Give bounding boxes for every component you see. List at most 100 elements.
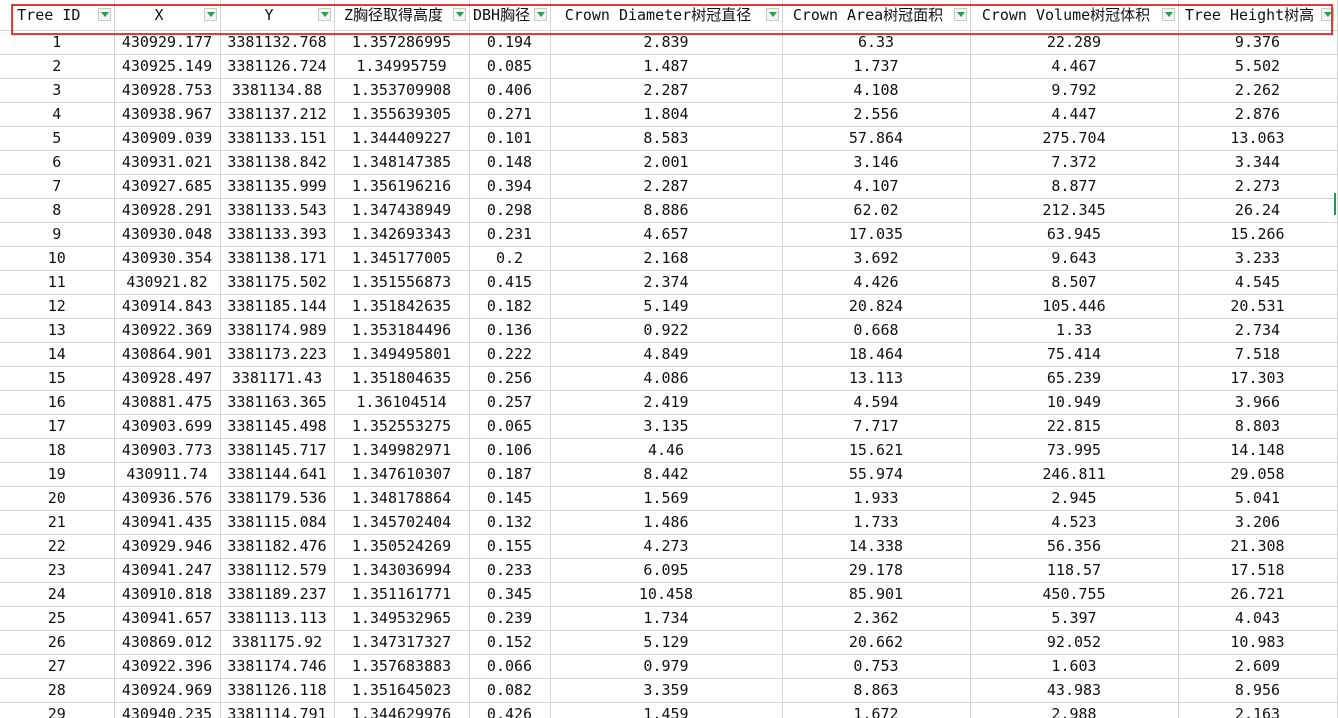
table-cell[interactable]: 1.344629976 xyxy=(334,702,470,718)
table-cell[interactable]: 430910.818 xyxy=(114,582,221,607)
table-cell[interactable]: 3.146 xyxy=(782,150,971,175)
table-cell[interactable]: 430928.753 xyxy=(114,78,221,103)
table-cell[interactable]: 118.57 xyxy=(970,558,1179,583)
table-cell[interactable]: 246.811 xyxy=(970,462,1179,487)
table-cell[interactable]: 4.447 xyxy=(970,102,1179,127)
table-cell[interactable]: 3381189.237 xyxy=(220,582,335,607)
table-cell[interactable]: 10.949 xyxy=(970,390,1179,415)
table-cell[interactable]: 430941.657 xyxy=(114,606,221,631)
table-cell[interactable]: 3381179.536 xyxy=(220,486,335,511)
table-cell[interactable]: 2.362 xyxy=(782,606,971,631)
table-cell[interactable]: 2.163 xyxy=(1178,702,1338,718)
table-cell[interactable]: 3381133.393 xyxy=(220,222,335,247)
table-cell[interactable]: 1.349495801 xyxy=(334,342,470,367)
table-cell[interactable]: 3381126.724 xyxy=(220,54,335,79)
filter-dropdown-icon[interactable] xyxy=(452,8,466,21)
table-cell[interactable]: 2.287 xyxy=(550,174,783,199)
table-cell[interactable]: 0.148 xyxy=(469,150,551,175)
table-cell[interactable]: 1.351645023 xyxy=(334,678,470,703)
table-cell[interactable]: 430930.048 xyxy=(114,222,221,247)
table-cell[interactable]: 2.001 xyxy=(550,150,783,175)
table-cell[interactable]: 21 xyxy=(0,510,115,535)
table-cell[interactable]: 20.531 xyxy=(1178,294,1338,319)
table-cell[interactable]: 1.357683883 xyxy=(334,654,470,679)
table-cell[interactable]: 0.106 xyxy=(469,438,551,463)
table-cell[interactable]: 4.108 xyxy=(782,78,971,103)
table-cell[interactable]: 14 xyxy=(0,342,115,367)
table-cell[interactable]: 3381126.118 xyxy=(220,678,335,703)
table-cell[interactable]: 7.518 xyxy=(1178,342,1338,367)
table-cell[interactable]: 7.717 xyxy=(782,414,971,439)
table-cell[interactable]: 3381138.842 xyxy=(220,150,335,175)
table-cell[interactable]: 430928.291 xyxy=(114,198,221,223)
table-cell[interactable]: 3.966 xyxy=(1178,390,1338,415)
table-cell[interactable]: 26.24 xyxy=(1178,198,1338,223)
table-cell[interactable]: 65.239 xyxy=(970,366,1179,391)
table-cell[interactable]: 6 xyxy=(0,150,115,175)
table-cell[interactable]: 1.356196216 xyxy=(334,174,470,199)
table-cell[interactable]: 0.271 xyxy=(469,102,551,127)
table-cell[interactable]: 1 xyxy=(0,30,115,55)
table-cell[interactable]: 3381173.223 xyxy=(220,342,335,367)
table-cell[interactable]: 430903.699 xyxy=(114,414,221,439)
table-cell[interactable]: 24 xyxy=(0,582,115,607)
table-cell[interactable]: 1.933 xyxy=(782,486,971,511)
table-cell[interactable]: 55.974 xyxy=(782,462,971,487)
table-cell[interactable]: 56.356 xyxy=(970,534,1179,559)
table-cell[interactable]: 5.129 xyxy=(550,630,783,655)
table-cell[interactable]: 4.523 xyxy=(970,510,1179,535)
table-cell[interactable]: 4 xyxy=(0,102,115,127)
table-cell[interactable]: 2 xyxy=(0,54,115,79)
table-cell[interactable]: 28 xyxy=(0,678,115,703)
table-cell[interactable]: 8.956 xyxy=(1178,678,1338,703)
table-cell[interactable]: 0.085 xyxy=(469,54,551,79)
table-cell[interactable]: 29 xyxy=(0,702,115,718)
table-cell[interactable]: 16 xyxy=(0,390,115,415)
table-cell[interactable]: 7 xyxy=(0,174,115,199)
table-cell[interactable]: 0.415 xyxy=(469,270,551,295)
table-cell[interactable]: 2.287 xyxy=(550,78,783,103)
table-cell[interactable]: 275.704 xyxy=(970,126,1179,151)
column-header[interactable]: Crown Diameter树冠直径 xyxy=(550,0,783,31)
filter-dropdown-icon[interactable] xyxy=(533,8,547,21)
table-cell[interactable]: 5.149 xyxy=(550,294,783,319)
table-cell[interactable]: 3381145.717 xyxy=(220,438,335,463)
table-cell[interactable]: 26 xyxy=(0,630,115,655)
table-cell[interactable]: 4.657 xyxy=(550,222,783,247)
table-cell[interactable]: 2.273 xyxy=(1178,174,1338,199)
table-cell[interactable]: 3381174.989 xyxy=(220,318,335,343)
table-cell[interactable]: 1.603 xyxy=(970,654,1179,679)
column-header[interactable]: Y xyxy=(220,0,335,31)
table-cell[interactable]: 15 xyxy=(0,366,115,391)
table-cell[interactable]: 3381134.88 xyxy=(220,78,335,103)
table-cell[interactable]: 1.351556873 xyxy=(334,270,470,295)
table-cell[interactable]: 3381145.498 xyxy=(220,414,335,439)
table-cell[interactable]: 1.351161771 xyxy=(334,582,470,607)
table-cell[interactable]: 2.988 xyxy=(970,702,1179,718)
table-cell[interactable]: 1.350524269 xyxy=(334,534,470,559)
table-cell[interactable]: 3381175.92 xyxy=(220,630,335,655)
table-cell[interactable]: 430925.149 xyxy=(114,54,221,79)
table-cell[interactable]: 3381135.999 xyxy=(220,174,335,199)
table-cell[interactable]: 0.668 xyxy=(782,318,971,343)
table-cell[interactable]: 1.349982971 xyxy=(334,438,470,463)
table-cell[interactable]: 4.467 xyxy=(970,54,1179,79)
table-cell[interactable]: 430924.969 xyxy=(114,678,221,703)
table-cell[interactable]: 1.351842635 xyxy=(334,294,470,319)
table-cell[interactable]: 3381133.151 xyxy=(220,126,335,151)
table-cell[interactable]: 1.351804635 xyxy=(334,366,470,391)
table-cell[interactable]: 2.168 xyxy=(550,246,783,271)
table-cell[interactable]: 0.136 xyxy=(469,318,551,343)
table-cell[interactable]: 430940.235 xyxy=(114,702,221,718)
table-cell[interactable]: 1.734 xyxy=(550,606,783,631)
table-cell[interactable]: 3.206 xyxy=(1178,510,1338,535)
table-cell[interactable]: 1.487 xyxy=(550,54,783,79)
table-cell[interactable]: 3381144.641 xyxy=(220,462,335,487)
table-cell[interactable]: 430881.475 xyxy=(114,390,221,415)
table-cell[interactable]: 430927.685 xyxy=(114,174,221,199)
table-cell[interactable]: 1.36104514 xyxy=(334,390,470,415)
table-cell[interactable]: 3381163.365 xyxy=(220,390,335,415)
table-cell[interactable]: 430864.901 xyxy=(114,342,221,367)
table-cell[interactable]: 430938.967 xyxy=(114,102,221,127)
table-cell[interactable]: 2.609 xyxy=(1178,654,1338,679)
